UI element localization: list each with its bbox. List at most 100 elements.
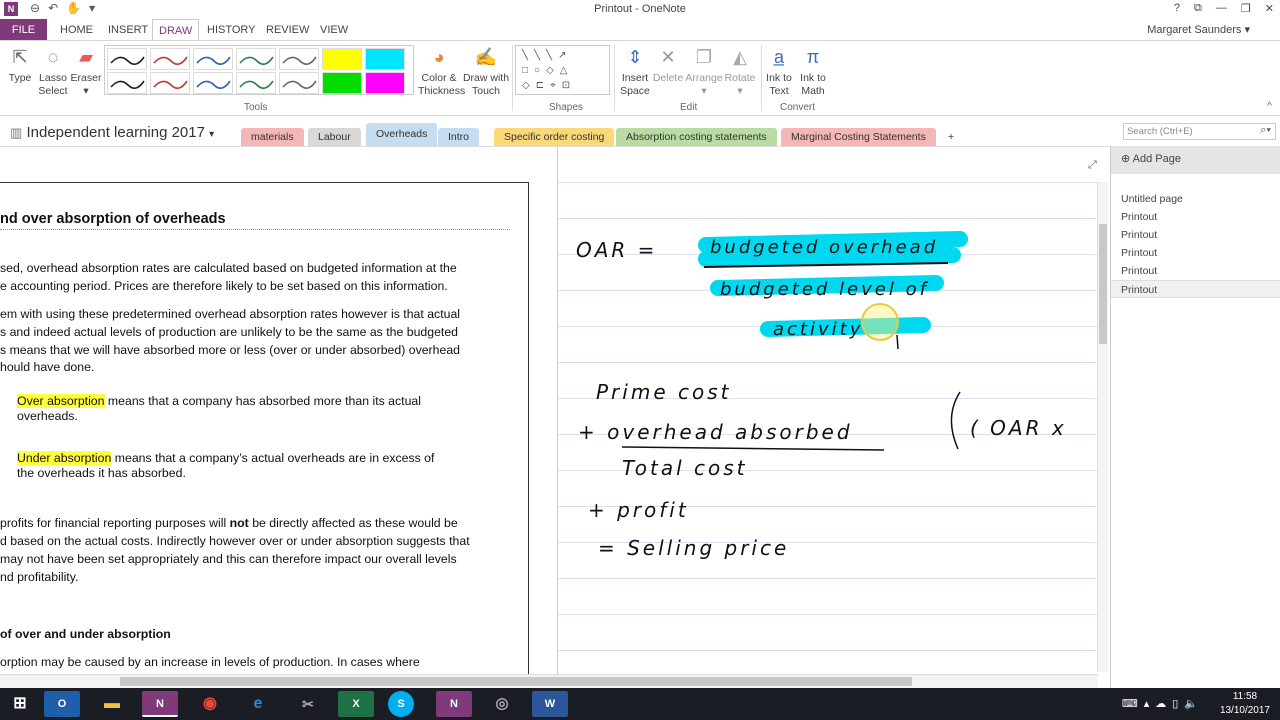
draw-with-touch-button[interactable]: ✍ Draw with Touch <box>462 45 510 98</box>
collapse-ribbon-icon[interactable]: ^ <box>1267 101 1272 112</box>
window-controls: ? ⧉ — ❐ ✕ <box>1174 2 1274 15</box>
section-tab[interactable]: + <box>938 128 965 146</box>
start-windows-icon[interactable]: ⊞ <box>2 691 38 717</box>
pen-swatch[interactable] <box>365 72 405 94</box>
section-tab[interactable]: Marginal Costing Statements <box>781 128 936 146</box>
page-canvas[interactable]: nd over absorption of overheads sed, ove… <box>0 146 1110 682</box>
pen-swatch[interactable] <box>322 48 362 70</box>
ink-to-math-button[interactable]: π Ink to Math <box>796 45 830 98</box>
shape-icons: ╲╲╲↗ □○◇△ ◇⊏⌖⊡ <box>522 50 577 91</box>
user-account[interactable]: Margaret Saunders ▾ <box>1147 23 1250 36</box>
color-thickness-button[interactable]: ◕ Color & Thickness <box>418 45 465 98</box>
numerator-text: budgeted overhead <box>710 237 938 258</box>
tab-home[interactable]: HOME <box>54 19 99 41</box>
heading-divider <box>0 229 510 230</box>
horizontal-scroll-thumb[interactable] <box>120 677 912 686</box>
group-label-tools: Tools <box>244 102 268 113</box>
system-clock[interactable]: 11:58 13/10/2017 <box>1220 690 1270 718</box>
system-tray-icons[interactable]: ⌨▴☁▯🔈 <box>1122 697 1204 710</box>
section-tab[interactable]: Overheads <box>366 123 438 146</box>
page-item-printout[interactable]: Printout <box>1111 208 1280 226</box>
insert-space-button[interactable]: ⇕ Insert Space <box>617 45 653 98</box>
page-item-printout-selected[interactable]: Printout <box>1111 280 1280 298</box>
excel-icon[interactable]: X <box>338 691 374 717</box>
pen-swatch[interactable] <box>365 48 405 70</box>
chrome-icon[interactable]: ◉ <box>192 691 228 717</box>
search-icon[interactable]: ⌕▾ <box>1260 124 1271 137</box>
skype-icon[interactable]: S <box>388 691 414 717</box>
search-input[interactable]: Search (Ctrl+E) ⌕▾ <box>1123 123 1276 140</box>
arrange-button[interactable]: ❐ Arrange ▾ <box>684 45 724 98</box>
section-tab[interactable]: Labour <box>308 128 361 146</box>
type-button[interactable]: ⇱ Type <box>4 45 36 85</box>
page-item-printout[interactable]: Printout <box>1111 244 1280 262</box>
handwritten-notes[interactable]: OAR = budgeted overhead budgeted level o… <box>557 147 1097 675</box>
pen-swatch[interactable] <box>279 48 319 70</box>
windows-taskbar: ⊞ O ▬ N ◉ e ✂ X S N ◎ W ⌨▴☁▯🔈 11:58 13/1… <box>0 688 1280 720</box>
over-absorption-term: Over absorption <box>17 394 105 408</box>
printout-subheading: of over and under absorption <box>0 627 171 641</box>
ink-to-text-button[interactable]: a̲ Ink to Text <box>762 45 796 98</box>
ribbon-display-button[interactable]: ⧉ <box>1194 2 1202 15</box>
page-item-printout[interactable]: Printout <box>1111 226 1280 244</box>
pen-swatch[interactable] <box>236 48 276 70</box>
oar-bracket-text: ( OAR x <box>970 416 1067 440</box>
vertical-scrollbar[interactable] <box>1097 182 1108 672</box>
group-label-shapes: Shapes <box>549 102 583 113</box>
printout-line: s means that we will have absorbed more … <box>0 343 461 357</box>
tab-insert[interactable]: INSERT <box>102 19 154 41</box>
section-tab[interactable]: materials <box>241 128 304 146</box>
plus-circle-icon: ⊕ <box>1121 153 1131 165</box>
minimize-button[interactable]: — <box>1216 2 1227 15</box>
full-page-view-icon[interactable]: ⤢ <box>1088 159 1097 172</box>
outlook-icon[interactable]: O <box>44 691 80 717</box>
printout-line: orption may be caused by an increase in … <box>0 655 420 669</box>
word-icon[interactable]: W <box>532 691 568 717</box>
snipping-tool-icon[interactable]: ✂ <box>290 691 326 717</box>
prime-cost-text: Prime cost <box>596 380 731 404</box>
pen-swatch[interactable] <box>107 48 147 70</box>
pen-swatch[interactable] <box>150 72 190 94</box>
pen-swatch[interactable] <box>107 72 147 94</box>
vertical-scroll-thumb[interactable] <box>1099 224 1107 344</box>
rotate-button[interactable]: ◭ Rotate ▾ <box>722 45 758 98</box>
type-cursor-icon: ⇱ <box>12 47 28 67</box>
file-explorer-icon[interactable]: ▬ <box>94 691 130 717</box>
pen-swatch[interactable] <box>236 72 276 94</box>
total-cost-text: Total cost <box>622 456 748 480</box>
pen-swatch[interactable] <box>150 48 190 70</box>
page-item-untitled[interactable]: Untitled page <box>1111 190 1280 208</box>
printout-line: may not have been set appropriately and … <box>0 552 457 566</box>
page-item-printout[interactable]: Printout <box>1111 262 1280 280</box>
section-tab[interactable]: Specific order costing <box>494 128 615 146</box>
internet-explorer-icon[interactable]: e <box>240 691 276 717</box>
close-button[interactable]: ✕ <box>1265 2 1274 15</box>
pen-swatch[interactable] <box>279 72 319 94</box>
title-bar: N ⊖ ↶ ✋ ▾ Printout - OneNote ? ⧉ — ❐ ✕ <box>0 0 1280 19</box>
onenote-second-icon[interactable]: N <box>436 691 472 717</box>
tab-draw[interactable]: DRAW <box>152 19 200 41</box>
pen-swatch[interactable] <box>322 72 362 94</box>
shapes-gallery[interactable]: ╲╲╲↗ □○◇△ ◇⊏⌖⊡ <box>515 45 610 95</box>
tab-review[interactable]: REVIEW <box>260 19 315 41</box>
profit-text: + profit <box>588 498 689 522</box>
search-placeholder: Search (Ctrl+E) <box>1127 126 1193 137</box>
tab-view[interactable]: VIEW <box>314 19 354 41</box>
add-page-button[interactable]: ⊕ Add Page <box>1111 146 1280 174</box>
delete-button[interactable]: ✕ Delete <box>651 45 685 85</box>
onenote-taskbar-icon[interactable]: N <box>142 691 178 717</box>
restore-button[interactable]: ❐ <box>1241 2 1251 15</box>
notebook-picker[interactable]: ▥ Independent learning 2017 ▾ <box>10 124 214 141</box>
help-button[interactable]: ? <box>1174 2 1180 15</box>
tab-history[interactable]: HISTORY <box>201 19 262 41</box>
window-title: Printout - OneNote <box>594 3 686 15</box>
pen-swatch[interactable] <box>193 72 233 94</box>
section-tab[interactable]: Absorption costing statements <box>616 128 777 146</box>
app-icon[interactable]: ◎ <box>484 691 520 717</box>
eraser-button[interactable]: ▰ Eraser ▾ <box>70 45 102 98</box>
lasso-select-button[interactable]: ◌ Lasso Select <box>36 45 70 98</box>
tab-file[interactable]: FILE <box>0 19 47 41</box>
horizontal-scrollbar[interactable] <box>0 674 1098 688</box>
pen-swatch[interactable] <box>193 48 233 70</box>
section-tab[interactable]: Intro <box>438 128 480 146</box>
